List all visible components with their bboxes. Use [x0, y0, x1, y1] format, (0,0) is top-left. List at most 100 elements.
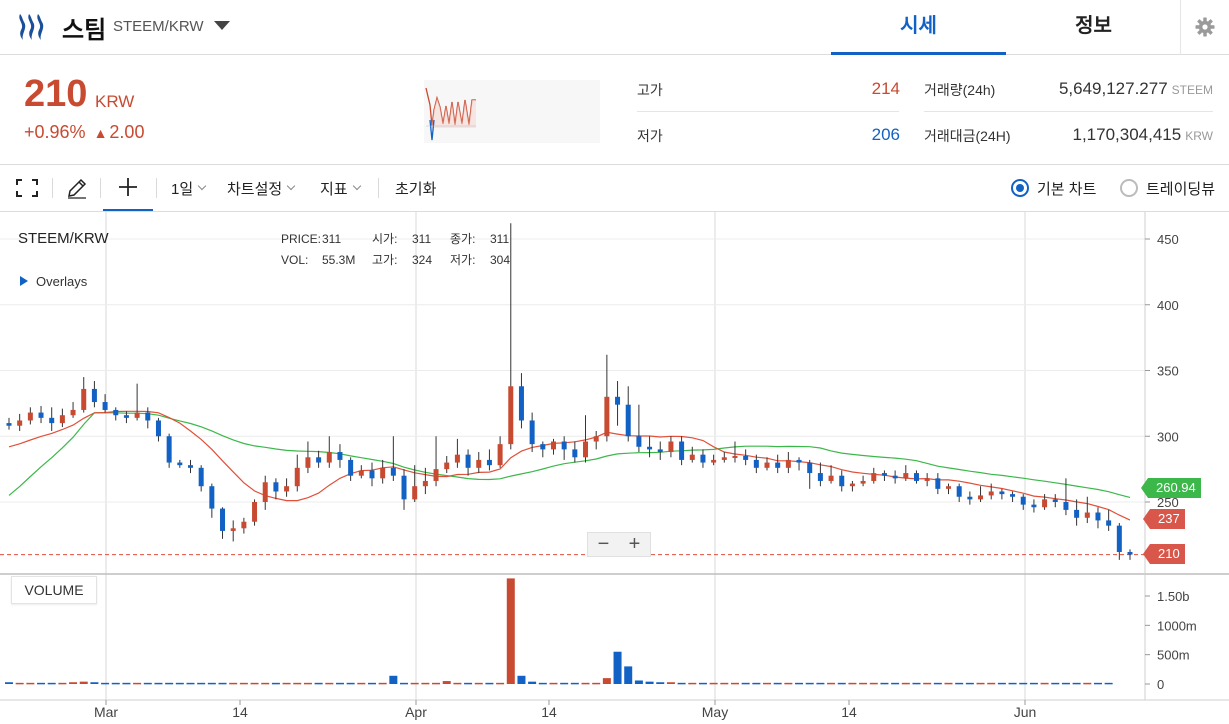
volume-bar: [154, 682, 163, 685]
toolbar-divider: [378, 178, 379, 198]
volume-bar: [581, 682, 590, 685]
radio-checked-icon: [1011, 179, 1029, 197]
high-label: 고가: [637, 82, 663, 98]
candle-body: [721, 457, 727, 460]
volume-bar: [15, 682, 24, 685]
volume-bar: [698, 682, 707, 685]
volume-bar: [987, 682, 996, 685]
x-tick-label: 14: [541, 704, 557, 720]
pencil-icon: [68, 178, 87, 199]
candle-body: [177, 462, 183, 466]
tradingview-radio[interactable]: 트레이딩뷰: [1120, 165, 1215, 211]
candle-body: [284, 486, 290, 492]
tab-info[interactable]: 정보: [1006, 0, 1181, 55]
candle-body: [508, 386, 514, 445]
volume-number: 5,649,127.277: [1058, 79, 1168, 98]
fullscreen-button[interactable]: [16, 165, 38, 211]
volume-bar: [367, 682, 376, 685]
settings-button[interactable]: [1180, 0, 1229, 55]
candle-body: [198, 467, 204, 487]
radio-unchecked-icon: [1120, 179, 1138, 197]
header: 스팀 STEEM/KRW 시세 정보: [0, 0, 1229, 55]
candle-body: [1010, 494, 1016, 497]
volume-bar: [496, 682, 505, 685]
candle-body: [49, 417, 55, 424]
candle-body: [625, 404, 631, 437]
volume-bar: [90, 682, 99, 684]
reset-button[interactable]: 초기화: [395, 165, 436, 211]
price-chart-area[interactable]: 250 300 350 400 450 0 500m 1000m 1.50b Mar 14 Apr 14…: [0, 212, 1229, 724]
volume-bar: [1051, 682, 1060, 685]
volume-bar: [389, 675, 398, 684]
chevron-down-icon: [352, 181, 361, 191]
low-readout-label: 저가:: [450, 253, 476, 267]
volume-bar: [816, 682, 825, 685]
candle-body: [657, 449, 663, 453]
volume-bar: [58, 682, 67, 685]
volume-bar: [891, 682, 900, 685]
volume-bar: [944, 682, 953, 685]
candle-body: [230, 528, 236, 531]
ma-short-tag: 237: [1150, 509, 1185, 529]
candle-body: [422, 480, 428, 487]
toolbar-divider: [100, 178, 101, 198]
candle-body: [583, 441, 589, 458]
volume-bar: [143, 682, 152, 685]
volume-bar: [485, 682, 494, 685]
volume-bar: [1093, 682, 1102, 685]
volume-bar: [261, 682, 270, 685]
volume-bar: [1008, 682, 1017, 685]
interval-label: 1일: [171, 180, 194, 198]
chevron-down-icon: [197, 181, 207, 191]
zoom-in-button[interactable]: +: [619, 533, 650, 556]
candle-body: [358, 470, 364, 476]
volume-bar: [827, 682, 836, 685]
chart-settings-select[interactable]: 차트설정: [227, 165, 296, 211]
volume-bar: [688, 682, 697, 685]
volume-bar: [923, 682, 932, 685]
coin-pair: STEEM/KRW: [113, 18, 204, 35]
volume-bar: [965, 682, 974, 685]
volume-bar: [1072, 682, 1081, 685]
indicators-select[interactable]: 지표: [320, 165, 361, 211]
coin-select-dropdown-icon[interactable]: [214, 21, 230, 30]
zoom-out-button[interactable]: −: [588, 533, 619, 556]
basic-chart-label: 기본 차트: [1037, 180, 1097, 198]
volume-bar: [293, 682, 302, 685]
volume-bar: [741, 682, 750, 685]
zoom-controls: − +: [587, 532, 651, 557]
overlays-toggle[interactable]: Overlays: [20, 274, 87, 289]
volume-bar: [133, 682, 142, 685]
candlestick-chart[interactable]: 2503003504004500500m1000m1.50bMar 14 Apr 14…: [0, 212, 1229, 724]
candle-body: [903, 473, 909, 479]
volume-bar: [378, 682, 387, 685]
candle-body: [166, 436, 172, 463]
low-readout-value: 304: [490, 253, 511, 267]
candle-body: [881, 473, 887, 476]
x-tick-label: Jun: [1014, 704, 1037, 720]
tab-price[interactable]: 시세: [831, 0, 1006, 55]
volume-bar: [955, 682, 964, 685]
crosshair-button[interactable]: [103, 165, 153, 211]
steem-logo-icon: [19, 14, 44, 40]
candle-body: [913, 473, 919, 481]
draw-button[interactable]: [66, 165, 88, 211]
basic-chart-radio[interactable]: 기본 차트: [1011, 165, 1096, 211]
high-readout-value: 324: [412, 253, 433, 267]
price-change: +0.96% ▲ 2.00: [24, 122, 144, 143]
price-readout-label: PRICE:: [281, 232, 322, 246]
volume-bar: [1083, 682, 1092, 685]
candle-body: [849, 483, 855, 487]
candle-body: [380, 467, 386, 479]
candle-body: [1074, 509, 1080, 518]
volume-bar: [79, 681, 88, 684]
x-tick-label: Mar: [94, 704, 118, 720]
last-price-tag: 210: [1150, 544, 1185, 564]
volume-bar: [933, 682, 942, 685]
interval-select[interactable]: 1일: [171, 165, 207, 211]
candle-body: [220, 508, 226, 531]
candle-body: [476, 459, 482, 468]
volume-bar: [26, 682, 35, 685]
volume-bar: [207, 682, 216, 685]
candle-body: [871, 473, 877, 481]
